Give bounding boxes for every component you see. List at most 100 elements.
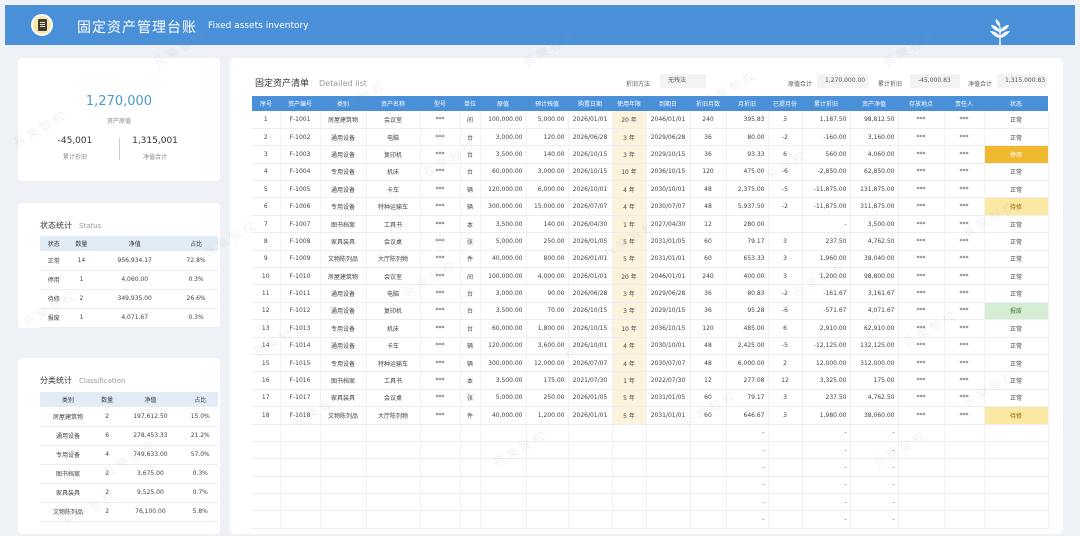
asset-cell: 36: [690, 302, 727, 321]
asset-cell: ***: [898, 371, 945, 390]
asset-cell: 100,000.00: [480, 267, 527, 286]
table-row[interactable]: ---: [252, 476, 1049, 495]
asset-cell: [944, 424, 985, 442]
asset-cell: F-1009: [280, 250, 321, 269]
asset-column-header[interactable]: 月折旧: [726, 96, 768, 111]
asset-cell: 62,850.00: [850, 163, 899, 182]
asset-column-header[interactable]: 折旧月数: [690, 96, 726, 111]
asset-cell: [898, 441, 945, 460]
asset-column-header[interactable]: 资产编号: [280, 96, 320, 111]
asset-column-header[interactable]: 原值: [480, 96, 526, 111]
asset-cell: 间: [460, 111, 481, 129]
asset-column-header[interactable]: 使用年限: [612, 96, 646, 111]
asset-column-header[interactable]: 类别: [320, 96, 366, 111]
asset-column-header[interactable]: 存放地点: [898, 96, 944, 111]
asset-cell: [480, 458, 527, 477]
table-row[interactable]: 7 F-1007 图书档案 工具书 *** 本 3,500.00 140.00 2026/04/…: [252, 215, 1049, 234]
asset-cell: ***: [944, 406, 985, 425]
table-row[interactable]: 13 F-1013 专用设备 机床 *** 台 60,000.00 1,800.00 2026/…: [252, 319, 1049, 338]
status-cell: 待修: [40, 289, 68, 309]
status-cell: 0.3%: [174, 308, 218, 328]
table-row[interactable]: ---: [252, 510, 1049, 529]
class-cell: 2: [95, 483, 119, 503]
asset-cell: [768, 510, 803, 529]
page-subtitle: Fixed assets inventory: [208, 21, 309, 31]
table-row[interactable]: 14 F-1014 通用设备 卡车 *** 辆 120,000.00 3,600.00 2026…: [252, 337, 1049, 355]
table-row[interactable]: 2 F-1002 通用设备 电脑 *** 台 3,000.00 120.00 2026/06/2…: [252, 128, 1049, 147]
asset-cell: ***: [944, 232, 985, 251]
asset-column-header[interactable]: 预计残值: [526, 96, 568, 111]
asset-cell: ***: [420, 354, 461, 373]
asset-cell: [420, 441, 461, 460]
status-cell: 停用: [40, 270, 68, 290]
asset-cell: 4,762.50: [850, 232, 899, 251]
asset-cell: 280.00: [726, 215, 769, 234]
table-row[interactable]: 12 F-1012 通用设备 复印机 *** 台 3,500.00 70.00 2026/10/…: [252, 302, 1049, 321]
asset-cell: 辆: [460, 180, 481, 199]
asset-cell: 2031/01/01: [646, 250, 691, 269]
asset-cell: 6,000.00: [526, 180, 569, 199]
asset-column-header[interactable]: 到期日: [646, 96, 690, 111]
asset-cell: 14: [252, 337, 281, 355]
asset-column-header[interactable]: 序号: [252, 96, 280, 111]
table-row[interactable]: 11 F-1011 通用设备 电脑 *** 台 3,000.00 90.00 2026/06/2…: [252, 284, 1049, 303]
asset-cell: 5 年: [612, 389, 647, 408]
asset-cell: [280, 441, 321, 460]
table-row[interactable]: ---: [252, 493, 1049, 512]
asset-cell: 工具书: [366, 371, 421, 390]
asset-cell: 12,000.00: [526, 354, 569, 373]
asset-cell: 2026/01/01: [568, 267, 613, 286]
table-row[interactable]: 6 F-1006 专用设备 特种运输车 *** 辆 300,000.00 15,000.00 2…: [252, 197, 1049, 216]
table-row[interactable]: 15 F-1015 专用设备 特种运输车 *** 辆 300,000.00 12,000.00…: [252, 354, 1049, 373]
asset-cell: 11: [252, 284, 281, 303]
table-row[interactable]: 4 F-1004 专用设备 机床 *** 台 60,000.00 3,000.00 2026/1…: [252, 163, 1049, 182]
table-row[interactable]: 9 F-1009 文物陈列品 大厅陈列物 *** 件 40,000.00 800.00 2026…: [252, 250, 1049, 269]
asset-cell: 1,187.50: [802, 111, 851, 129]
depreciation-method-select[interactable]: 无残法: [660, 74, 706, 88]
asset-cell: 2026/01/01: [568, 406, 613, 425]
asset-cell: F-1014: [280, 337, 321, 355]
depreciation-value: -45,001: [57, 136, 93, 146]
table-row[interactable]: 10 F-1010 房屋建筑物 会议室 *** 间 100,000.00 4,000.00 20…: [252, 267, 1049, 286]
table-row[interactable]: 18 F-1018 文物陈列品 大厅陈列物 *** 件 40,000.00 1,200.00 2…: [252, 406, 1049, 425]
asset-column-header[interactable]: 资产名称: [366, 96, 420, 111]
asset-list-title: 固定资产清单 Detailed list: [255, 79, 367, 89]
asset-cell: 2030/10/01: [646, 337, 691, 355]
asset-cell: 家具装具: [320, 232, 367, 251]
asset-column-header[interactable]: 资产净值: [850, 96, 898, 111]
table-row[interactable]: 17 F-1017 家具装具 会议桌 *** 张 5,000.00 250.00 2026/01…: [252, 389, 1049, 408]
asset-column-header[interactable]: 累计折旧: [802, 96, 850, 111]
asset-cell: 132,125.00: [850, 337, 899, 355]
asset-cell: 4: [252, 163, 281, 182]
asset-cell: ***: [420, 197, 461, 216]
status-stats-table: 状态 数量 净值 占比 正常 14 956,934.17 72.8% 停用 1 4,060.00 0…: [40, 236, 218, 328]
asset-cell: 5,000.00: [480, 389, 527, 408]
asset-column-header[interactable]: 购置日期: [568, 96, 612, 111]
asset-cell: F-1017: [280, 389, 321, 408]
table-row[interactable]: ---: [252, 441, 1049, 460]
asset-cell: [898, 476, 945, 495]
asset-column-header[interactable]: 已提月份: [768, 96, 802, 111]
table-row[interactable]: 1 F-1001 房屋建筑物 会议室 *** 间 100,000.00 5,000.00 202…: [252, 111, 1049, 129]
table-row[interactable]: ---: [252, 424, 1049, 442]
asset-cell: 2046/01/01: [646, 267, 691, 286]
class-cell: 749,633.00: [118, 445, 183, 465]
original-total-value: 1,270,000.00: [817, 74, 869, 88]
table-row[interactable]: 8 F-1008 家具装具 会议桌 *** 张 5,000.00 250.00 2026/01/…: [252, 232, 1049, 251]
asset-cell: ***: [944, 128, 985, 147]
asset-column-header[interactable]: 型号: [420, 96, 460, 111]
asset-cell: 专用设备: [320, 197, 367, 216]
class-row: 通用设备 6 278,453.33 21.2%: [40, 426, 218, 446]
asset-cell: ***: [898, 145, 945, 164]
asset-column-header[interactable]: 责任人: [944, 96, 984, 111]
asset-cell: 2,375.00: [726, 180, 769, 199]
table-row[interactable]: ---: [252, 458, 1049, 477]
table-row[interactable]: 3 F-1003 通用设备 复印机 *** 台 3,500.00 140.00 2026/10/…: [252, 145, 1049, 164]
asset-column-header[interactable]: 单位: [460, 96, 480, 111]
table-row[interactable]: 16 F-1016 图书档案 工具书 *** 本 3,500.00 175.00 2021/07…: [252, 371, 1049, 390]
table-row[interactable]: 5 F-1005 通用设备 卡车 *** 辆 120,000.00 6,000.00 2026/…: [252, 180, 1049, 199]
asset-cell: [646, 441, 691, 460]
asset-column-header[interactable]: 状态: [984, 96, 1048, 111]
status-badge: 正常: [984, 215, 1049, 234]
asset-cell: 1,200.00: [802, 267, 851, 286]
